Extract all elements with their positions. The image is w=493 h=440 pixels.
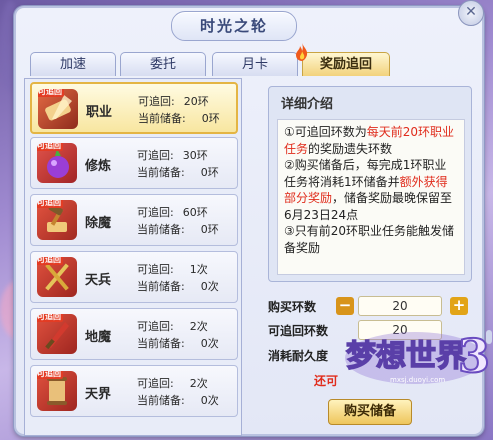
cost-label: 消耗耐久度 [268, 349, 329, 363]
plus-icon: + [452, 296, 466, 314]
list-item[interactable]: 可追回 天兵 可追回: 1次 当前储备: 0次 [30, 251, 238, 303]
task-name: 修炼 [85, 159, 112, 174]
buy-reserve-button[interactable]: 购买储备 [328, 399, 412, 425]
list-item[interactable]: 可追回 修炼 可追回: 30环 当前储备: 0环 [30, 137, 238, 189]
buy-count-label: 购买环数 [268, 300, 317, 314]
task-name: 地魔 [85, 330, 112, 345]
task-name: 天兵 [85, 273, 112, 288]
list-item[interactable]: 可追回 天界 可追回: 2次 当前储备: 0次 [30, 365, 238, 417]
task-name: 天界 [85, 387, 112, 402]
recoverable-count-label: 可追回环数 [268, 324, 329, 338]
list-item[interactable]: 可追回 除魔 可追回: 60环 当前储备: 0环 [30, 194, 238, 246]
task-list: 可追回 职业 可追回: 20环 当前储备: 0环 可追回 修炼 可追回: 30环 当前… [24, 78, 242, 436]
recoverable-stat: 可追回: 1次 [137, 263, 208, 276]
task-name: 职业 [86, 105, 113, 120]
red-blade-icon: 可追回 [37, 314, 77, 354]
list-item[interactable]: 可追回 职业 可追回: 20环 当前储备: 0环 [30, 82, 238, 134]
game-logo: 梦想世界 3 mxsj.duoyi.com [340, 322, 491, 392]
decrease-button[interactable]: − [336, 297, 354, 315]
recoverable-badge: 可追回 [37, 200, 63, 208]
recoverable-badge: 可追回 [37, 143, 63, 151]
hammer-scroll-icon: 可追回 [37, 200, 77, 240]
detail-title: 详细介绍 [281, 97, 334, 112]
close-icon: ✕ [465, 4, 477, 20]
list-item[interactable]: 可追回 地魔 可追回: 2次 当前储备: 0次 [30, 308, 238, 360]
recoverable-stat: 可追回: 20环 [138, 95, 209, 108]
stored-stat: 当前储备: 0次 [137, 337, 219, 350]
scroll-quill-icon: 可追回 [38, 89, 78, 129]
increase-button[interactable]: + [450, 297, 468, 315]
stored-stat: 当前储备: 0环 [138, 112, 220, 125]
crossed-swords-icon: 可追回 [37, 257, 77, 297]
tab-reward-recovery[interactable]: 奖励追回 [296, 43, 390, 76]
recoverable-badge: 可追回 [37, 257, 63, 265]
recoverable-badge: 可追回 [37, 371, 63, 379]
detail-text: ①可追回环数为每天前20环职业任务的奖励遗失环数 ②购买储备后，每完成1环职业任… [277, 119, 465, 275]
tab-monthly-card[interactable]: 月卡 [212, 52, 298, 76]
tab-commission[interactable]: 委托 [120, 52, 206, 76]
stored-stat: 当前储备: 0次 [137, 280, 219, 293]
window-title: 时光之轮 [171, 11, 297, 41]
detail-panel: 详细介绍 ①可追回环数为每天前20环职业任务的奖励遗失环数 ②购买储备后，每完成… [268, 86, 472, 282]
stored-stat: 当前储备: 0环 [137, 223, 219, 236]
recover-hint: 还可 [314, 374, 339, 388]
recoverable-badge: 可追回 [38, 89, 64, 97]
recoverable-stat: 可追回: 2次 [137, 320, 208, 333]
tab-label: 奖励追回 [319, 57, 372, 72]
close-button[interactable]: ✕ [458, 0, 484, 26]
recoverable-stat: 可追回: 30环 [137, 149, 208, 162]
rolled-scroll-icon: 可追回 [37, 371, 77, 411]
recoverable-badge: 可追回 [37, 314, 63, 322]
logo-text: 梦想世界 [346, 339, 466, 374]
flame-icon [296, 43, 308, 61]
stored-stat: 当前储备: 0次 [137, 394, 219, 407]
task-name: 除魔 [85, 216, 112, 231]
buy-count-input[interactable]: 20 [358, 296, 442, 316]
logo-url: mxsj.duoyi.com [390, 376, 445, 384]
recoverable-stat: 可追回: 2次 [137, 377, 208, 390]
tab-speedup[interactable]: 加速 [30, 52, 116, 76]
minus-icon: − [338, 296, 352, 314]
recoverable-stat: 可追回: 60环 [137, 206, 208, 219]
stored-stat: 当前储备: 0环 [137, 166, 219, 179]
scroll-handle[interactable] [486, 330, 492, 344]
purple-gourd-icon: 可追回 [37, 143, 77, 183]
